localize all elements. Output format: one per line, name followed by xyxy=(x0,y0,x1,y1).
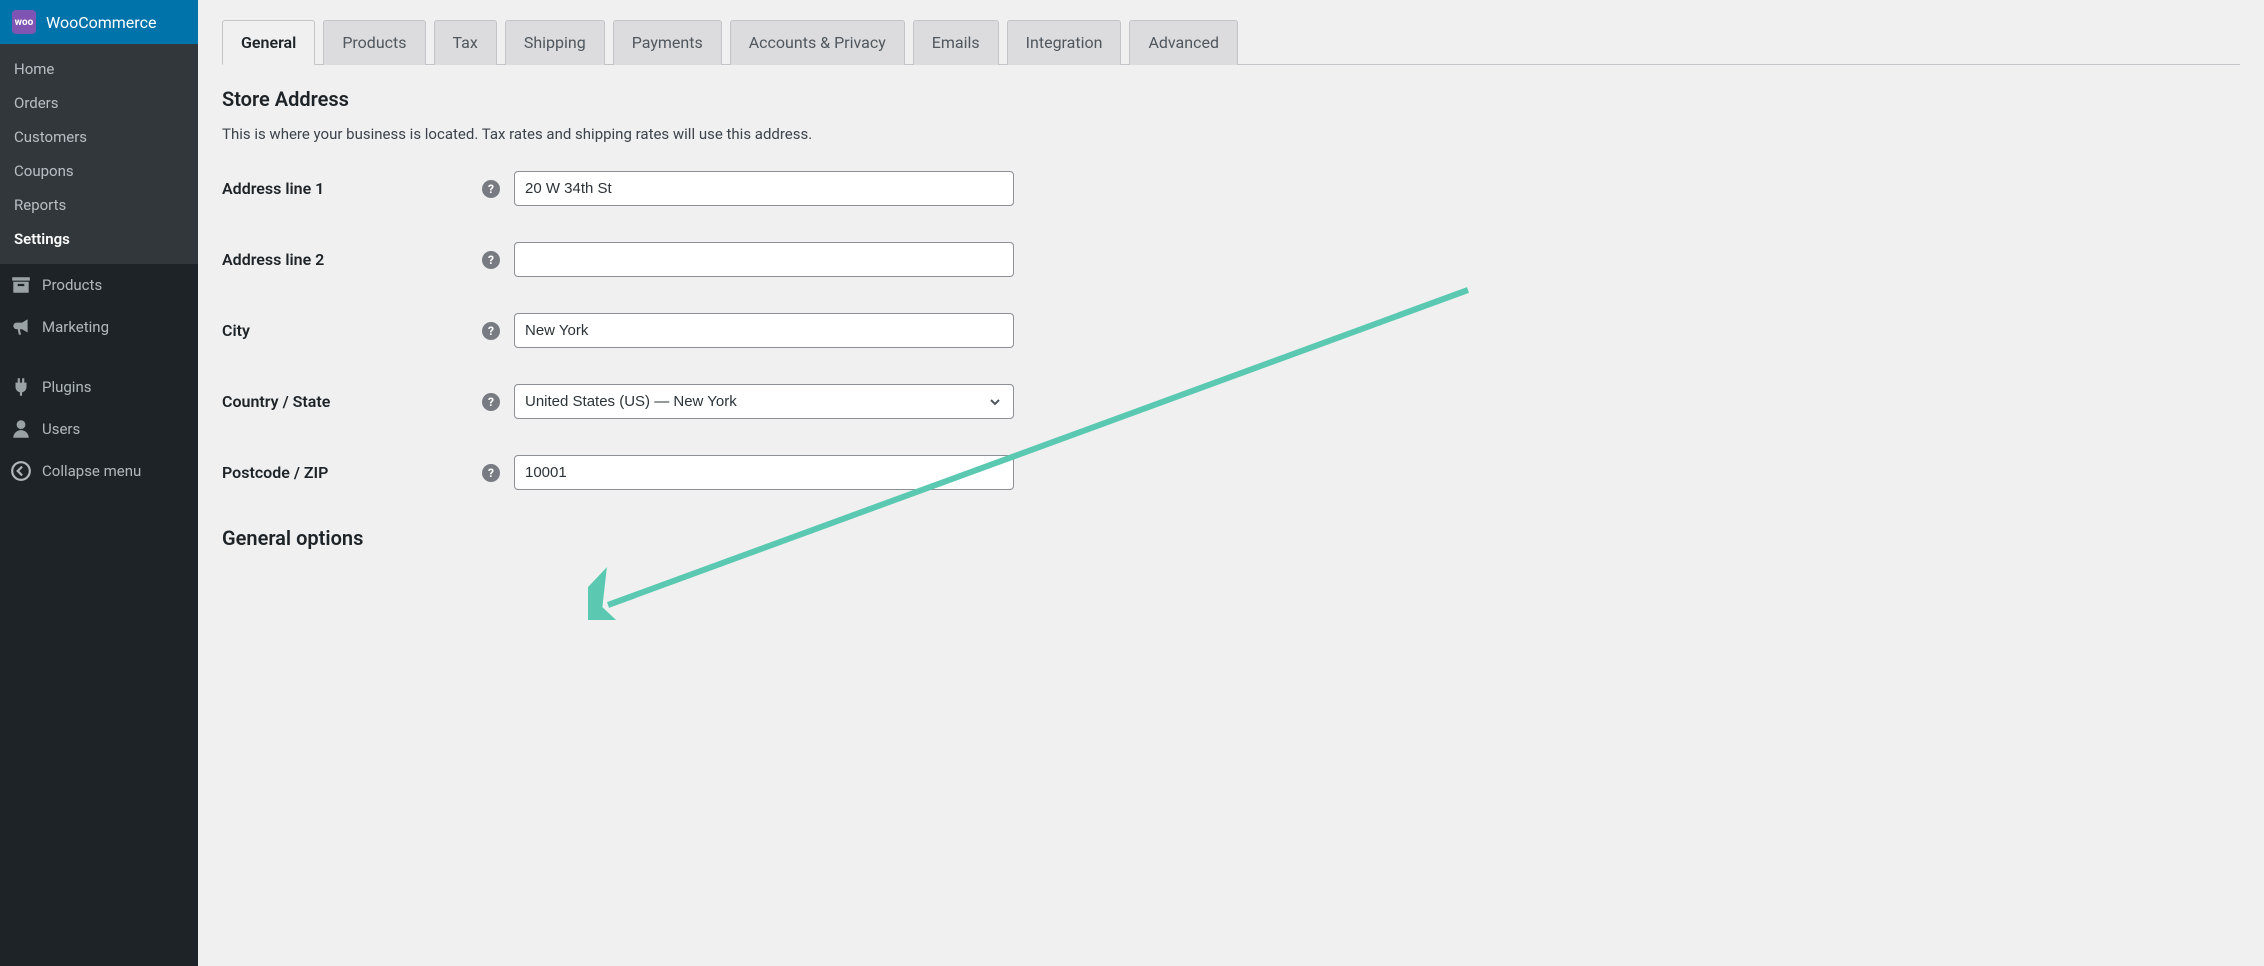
label-address1: Address line 1 xyxy=(222,179,482,198)
megaphone-icon xyxy=(10,316,32,338)
sidebar-item-label: Collapse menu xyxy=(42,462,141,480)
tab-general[interactable]: General xyxy=(222,20,315,65)
sidebar-item-reports[interactable]: Reports xyxy=(0,188,198,222)
section-heading-store-address: Store Address xyxy=(222,87,2240,111)
label-city: City xyxy=(222,321,482,340)
woocommerce-icon: woo xyxy=(12,10,36,34)
sidebar-item-products[interactable]: Products xyxy=(0,264,198,306)
form-row-address2: Address line 2 ? xyxy=(222,242,2240,277)
help-icon[interactable]: ? xyxy=(482,251,500,269)
main-content: General Products Tax Shipping Payments A… xyxy=(198,0,2264,966)
help-icon[interactable]: ? xyxy=(482,322,500,340)
sidebar-submenu: Home Orders Customers Coupons Reports Se… xyxy=(0,44,198,264)
sidebar-brand[interactable]: woo WooCommerce xyxy=(0,0,198,44)
help-icon[interactable]: ? xyxy=(482,180,500,198)
archive-icon xyxy=(10,274,32,296)
sidebar-item-label: Plugins xyxy=(42,378,91,396)
form-row-city: City ? xyxy=(222,313,2240,348)
sidebar-item-label: Users xyxy=(42,420,80,438)
tab-products[interactable]: Products xyxy=(323,20,425,65)
tab-accounts-privacy[interactable]: Accounts & Privacy xyxy=(730,20,905,65)
sidebar-item-label: Products xyxy=(42,276,102,294)
sidebar-brand-label: WooCommerce xyxy=(46,13,156,32)
sidebar-item-orders[interactable]: Orders xyxy=(0,86,198,120)
form-row-address1: Address line 1 ? xyxy=(222,171,2240,206)
section-desc: This is where your business is located. … xyxy=(222,125,2240,143)
settings-tabs: General Products Tax Shipping Payments A… xyxy=(222,20,2240,65)
input-address1[interactable] xyxy=(514,171,1014,206)
help-icon[interactable]: ? xyxy=(482,464,500,482)
input-city[interactable] xyxy=(514,313,1014,348)
sidebar-item-plugins[interactable]: Plugins xyxy=(0,366,198,408)
sidebar-item-coupons[interactable]: Coupons xyxy=(0,154,198,188)
tab-tax[interactable]: Tax xyxy=(434,20,497,65)
form-row-postcode: Postcode / ZIP ? xyxy=(222,455,2240,490)
sidebar-item-users[interactable]: Users xyxy=(0,408,198,450)
input-address2[interactable] xyxy=(514,242,1014,277)
tab-emails[interactable]: Emails xyxy=(913,20,999,65)
tab-integration[interactable]: Integration xyxy=(1007,20,1122,65)
tab-shipping[interactable]: Shipping xyxy=(505,20,605,65)
select-country-state[interactable]: United States (US) — New York xyxy=(514,384,1014,419)
label-address2: Address line 2 xyxy=(222,250,482,269)
section-heading-general-options: General options xyxy=(222,526,2240,550)
form-row-country: Country / State ? United States (US) — N… xyxy=(222,384,2240,419)
collapse-icon xyxy=(10,460,32,482)
sidebar-item-customers[interactable]: Customers xyxy=(0,120,198,154)
sidebar-item-marketing[interactable]: Marketing xyxy=(0,306,198,348)
plug-icon xyxy=(10,376,32,398)
user-icon xyxy=(10,418,32,440)
tab-payments[interactable]: Payments xyxy=(613,20,722,65)
sidebar-item-settings[interactable]: Settings xyxy=(0,222,198,256)
help-icon[interactable]: ? xyxy=(482,393,500,411)
sidebar: woo WooCommerce Home Orders Customers Co… xyxy=(0,0,198,966)
sidebar-item-home[interactable]: Home xyxy=(0,52,198,86)
label-postcode: Postcode / ZIP xyxy=(222,463,482,482)
tab-advanced[interactable]: Advanced xyxy=(1129,20,1238,65)
label-country: Country / State xyxy=(222,392,482,411)
sidebar-item-collapse[interactable]: Collapse menu xyxy=(0,450,198,492)
sidebar-item-label: Marketing xyxy=(42,318,109,336)
input-postcode[interactable] xyxy=(514,455,1014,490)
